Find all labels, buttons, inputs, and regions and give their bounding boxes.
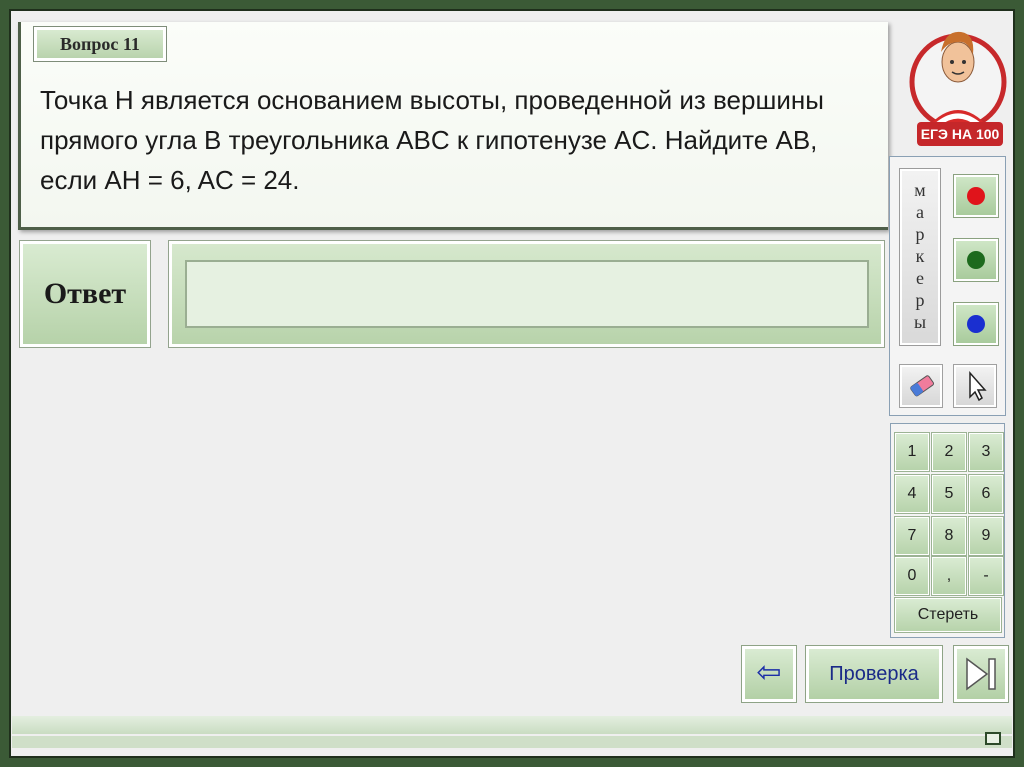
red-dot-icon [967, 187, 985, 205]
footer-bar [12, 716, 1012, 734]
keypad: 1 2 3 4 5 6 7 8 9 0 , - Стереть [890, 423, 1005, 638]
cursor-icon [969, 371, 987, 402]
key-6[interactable]: 6 [968, 474, 1004, 514]
eraser-button[interactable] [899, 364, 943, 408]
key-9[interactable]: 9 [968, 516, 1004, 556]
markers-label: м а р к е р ы [899, 168, 941, 346]
green-marker-button[interactable] [953, 238, 999, 282]
ege-logo: ЕГЭ НА 100 [903, 12, 1013, 152]
erase-button[interactable]: Стереть [894, 597, 1002, 633]
arrow-left-icon: ⇦ [756, 656, 782, 689]
eraser-icon [910, 375, 934, 397]
key-1[interactable]: 1 [894, 432, 930, 472]
key-3[interactable]: 3 [968, 432, 1004, 472]
logo-text: ЕГЭ НА 100 [920, 126, 1000, 142]
check-button[interactable]: Проверка [805, 645, 943, 703]
answer-input[interactable] [185, 260, 869, 328]
markers-panel: м а р к е р ы [889, 156, 1006, 416]
answer-box [168, 240, 885, 348]
green-dot-icon [967, 251, 985, 269]
red-marker-button[interactable] [953, 174, 999, 218]
back-button[interactable]: ⇦ [741, 645, 797, 703]
question-text: Точка H является основанием высоты, пров… [40, 85, 824, 195]
next-button[interactable] [953, 645, 1009, 703]
question-number-badge: Вопрос 11 [33, 26, 167, 62]
key-2[interactable]: 2 [931, 432, 967, 472]
pointer-button[interactable] [953, 364, 997, 408]
blue-marker-button[interactable] [953, 302, 999, 346]
footer-bar-lower [12, 736, 1012, 748]
key-8[interactable]: 8 [931, 516, 967, 556]
key-0[interactable]: 0 [894, 556, 930, 596]
key-4[interactable]: 4 [894, 474, 930, 514]
key-comma[interactable]: , [931, 556, 967, 596]
answer-label: Ответ [19, 240, 151, 348]
key-5[interactable]: 5 [931, 474, 967, 514]
key-7[interactable]: 7 [894, 516, 930, 556]
key-minus[interactable]: - [968, 556, 1004, 596]
window-icon[interactable] [985, 732, 1001, 745]
skip-forward-icon [966, 657, 996, 691]
blue-dot-icon [967, 315, 985, 333]
